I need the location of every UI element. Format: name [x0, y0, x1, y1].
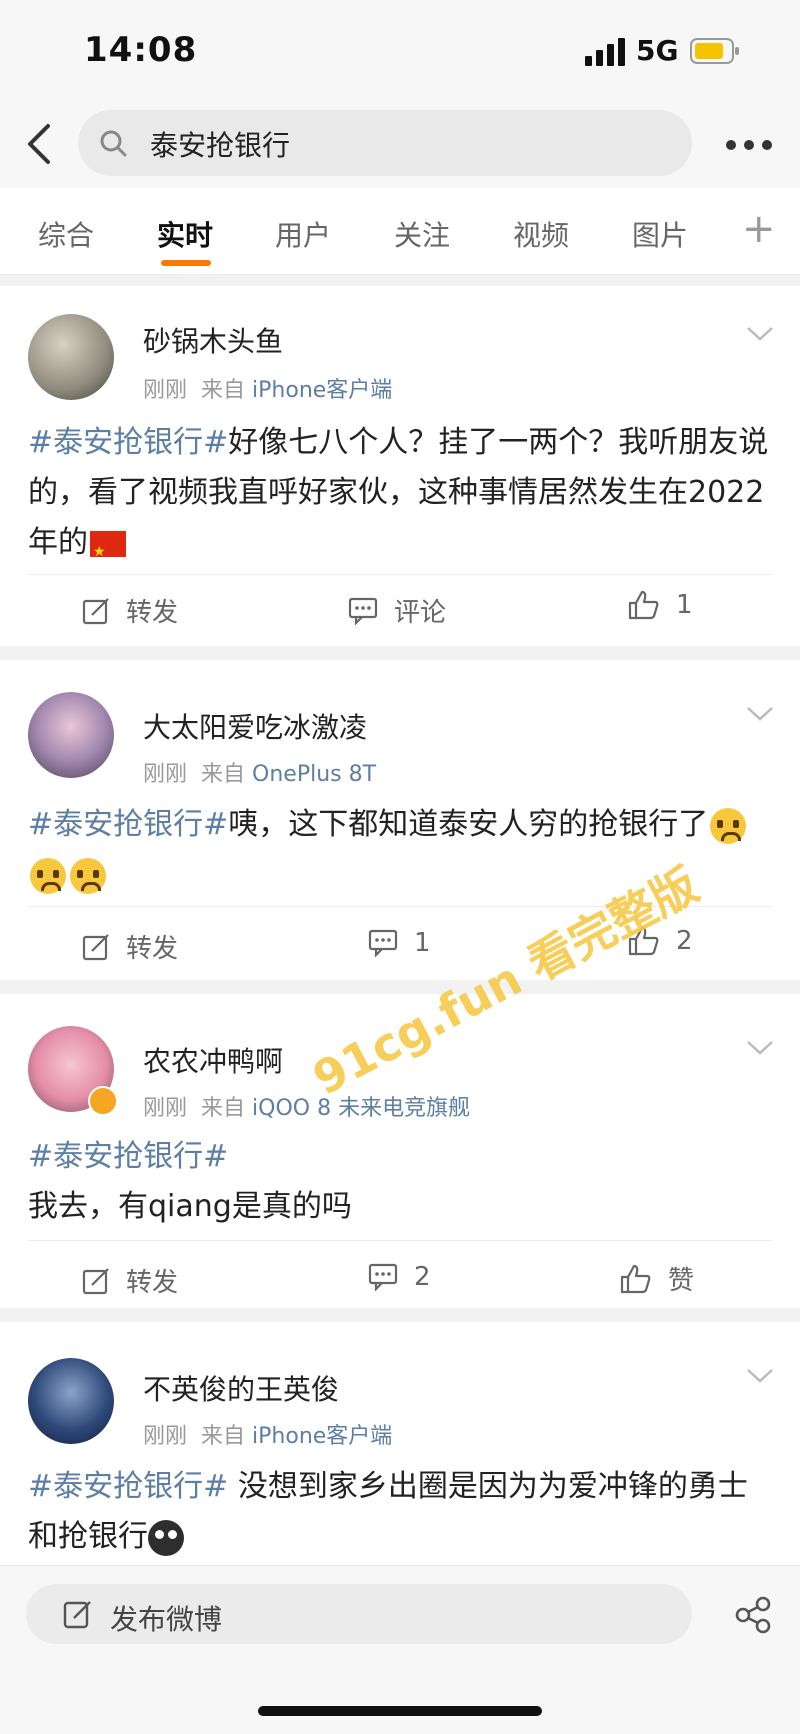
- post-from: 来自: [201, 1424, 246, 1449]
- chevron-down-icon[interactable]: [746, 1368, 774, 1384]
- more-options-icon[interactable]: [724, 138, 774, 152]
- repost-button[interactable]: 转发: [82, 928, 178, 965]
- post-meta: 刚刚 来自 OnePlus 8T: [143, 756, 376, 788]
- post-time: 刚刚: [143, 1096, 188, 1121]
- repost-button[interactable]: 转发: [82, 592, 178, 629]
- divider: [28, 1240, 772, 1241]
- chevron-down-icon[interactable]: [746, 1040, 774, 1056]
- post-from: 来自: [201, 762, 246, 787]
- username[interactable]: 大太阳爱吃冰激凌: [143, 706, 367, 746]
- username[interactable]: 砂锅木头鱼: [143, 320, 283, 360]
- battery-icon: [690, 38, 739, 64]
- comment-label: 评论: [394, 598, 447, 628]
- post-card: 不英俊的王英俊 刚刚 来自 iPhone客户端 #泰安抢银行# 没想到家乡出圈是…: [0, 1322, 800, 1565]
- repost-icon: [82, 597, 109, 624]
- tab-following[interactable]: 关注: [394, 214, 450, 254]
- tab-images[interactable]: 图片: [632, 214, 688, 254]
- post-from: 来自: [201, 1096, 246, 1121]
- back-arrow-icon[interactable]: [22, 120, 56, 168]
- comment-icon: [348, 597, 378, 625]
- topic-tag[interactable]: #泰安抢银行#: [28, 1139, 228, 1174]
- tab-videos[interactable]: 视频: [513, 214, 569, 254]
- repost-button[interactable]: 转发: [82, 1262, 178, 1299]
- comment-button[interactable]: 1: [368, 928, 431, 958]
- like-count: 1: [676, 590, 693, 620]
- post-source: OnePlus 8T: [252, 762, 377, 787]
- avatar[interactable]: [28, 314, 114, 400]
- comment-icon: [368, 1263, 398, 1291]
- add-tab-button[interactable]: +: [742, 206, 776, 252]
- post-source: iPhone客户端: [252, 378, 393, 403]
- compose-placeholder: 发布微博: [110, 1603, 223, 1636]
- repost-label: 转发: [126, 1268, 179, 1298]
- search-input[interactable]: 泰安抢银行: [78, 110, 692, 176]
- network-label: 5G: [636, 34, 679, 67]
- post-text: #泰安抢银行# 没想到家乡出圈是因为为爱冲锋的勇士和抢银行: [28, 1462, 776, 1562]
- post-text: #泰安抢银行# 我去，有qiang是真的吗: [28, 1132, 776, 1232]
- like-count: 2: [676, 926, 693, 956]
- tab-realtime[interactable]: 实时: [157, 214, 213, 254]
- post-time: 刚刚: [143, 1424, 188, 1449]
- topic-tag[interactable]: #泰安抢银行#: [28, 1469, 228, 1504]
- china-flag-emoji: [90, 527, 126, 577]
- status-time: 14:08: [84, 30, 198, 70]
- avatar[interactable]: [28, 692, 114, 778]
- repost-icon: [82, 1267, 109, 1294]
- verified-badge-icon: [88, 1086, 118, 1116]
- post-source: iPhone客户端: [252, 1424, 393, 1449]
- username[interactable]: 不英俊的王英俊: [143, 1368, 339, 1408]
- post-meta: 刚刚 来自 iPhone客户端: [143, 372, 392, 404]
- share-icon[interactable]: [734, 1596, 772, 1634]
- home-indicator: [258, 1706, 542, 1716]
- repost-label: 转发: [126, 598, 179, 628]
- topic-tag[interactable]: #泰安抢银行#: [28, 425, 228, 460]
- repost-icon: [82, 933, 109, 960]
- like-button[interactable]: 赞: [620, 1260, 694, 1297]
- crying-emoji: [710, 807, 747, 844]
- post-content: 我去，有qiang是真的吗: [28, 1189, 352, 1224]
- like-label: 赞: [668, 1266, 695, 1296]
- search-header: 泰安抢银行: [0, 100, 800, 188]
- chevron-down-icon[interactable]: [746, 326, 774, 342]
- tab-comprehensive[interactable]: 综合: [38, 214, 94, 254]
- search-icon: [100, 130, 127, 157]
- post-card: 大太阳爱吃冰激凌 刚刚 来自 OnePlus 8T #泰安抢银行#咦，这下都知道…: [0, 660, 800, 980]
- chevron-down-icon[interactable]: [746, 706, 774, 722]
- signal-icon: [585, 38, 625, 66]
- topic-tag[interactable]: #泰安抢银行#: [28, 807, 228, 842]
- post-meta: 刚刚 来自 iQOO 8 未来电竞旗舰: [143, 1090, 470, 1122]
- post-source: iQOO 8 未来电竞旗舰: [252, 1096, 471, 1121]
- post-text: #泰安抢银行#好像七八个人？挂了一两个？我听朋友说的，看了视频我直呼好家伙，这种…: [28, 418, 776, 577]
- post-from: 来自: [201, 378, 246, 403]
- thumbs-up-icon: [620, 1264, 651, 1293]
- post-content: 咦，这下都知道泰安人穷的抢银行了: [228, 807, 709, 842]
- comment-icon: [368, 929, 398, 957]
- bottom-bar: 发布微博: [0, 1565, 800, 1734]
- post-card: 砂锅木头鱼 刚刚 来自 iPhone客户端 #泰安抢银行#好像七八个人？挂了一两…: [0, 286, 800, 646]
- username[interactable]: 农农冲鸭啊: [143, 1040, 283, 1080]
- divider: [28, 574, 772, 575]
- shocked-emoji: [148, 1519, 184, 1556]
- crying-emoji: [70, 857, 106, 894]
- tab-bar: 综合 实时 用户 关注 视频 图片 +: [0, 188, 800, 275]
- post-time: 刚刚: [143, 762, 188, 787]
- comment-count: 1: [414, 928, 431, 958]
- tab-users[interactable]: 用户: [275, 214, 331, 254]
- edit-icon: [63, 1601, 91, 1629]
- repost-label: 转发: [126, 934, 179, 964]
- thumbs-up-icon: [628, 590, 659, 620]
- avatar[interactable]: [28, 1358, 114, 1444]
- comment-button[interactable]: 2: [368, 1262, 431, 1292]
- status-bar: 14:08 5G: [0, 0, 800, 100]
- comment-button[interactable]: 评论: [348, 592, 446, 629]
- like-button[interactable]: 1: [628, 590, 693, 620]
- comment-count: 2: [414, 1262, 431, 1292]
- compose-post-button[interactable]: 发布微博: [26, 1584, 692, 1644]
- post-meta: 刚刚 来自 iPhone客户端: [143, 1418, 392, 1450]
- post-time: 刚刚: [143, 378, 188, 403]
- search-query: 泰安抢银行: [150, 129, 291, 162]
- crying-emoji: [30, 857, 66, 894]
- active-tab-indicator: [161, 260, 211, 266]
